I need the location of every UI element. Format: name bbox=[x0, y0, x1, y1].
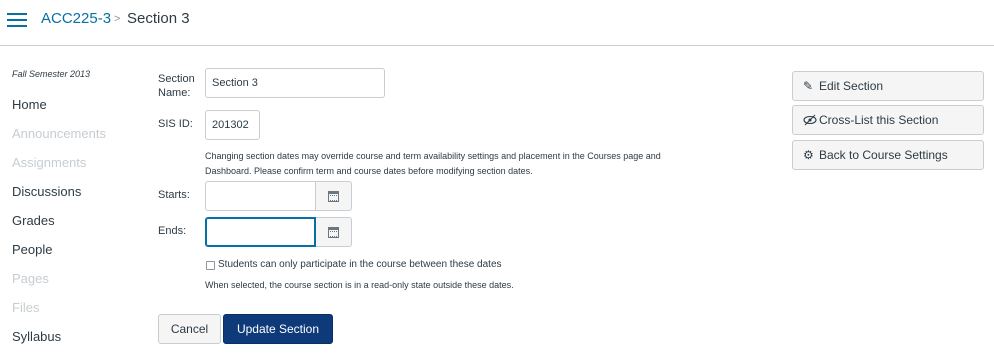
breadcrumb-course-link[interactable]: ACC225-3 bbox=[41, 10, 111, 27]
pencil-icon: ✎ bbox=[803, 79, 814, 93]
nav-item-files: Files bbox=[12, 300, 40, 315]
breadcrumb-current: Section 3 bbox=[127, 10, 190, 27]
starts-date-picker-button[interactable] bbox=[316, 181, 352, 211]
starts-date-input[interactable] bbox=[205, 181, 316, 211]
calendar-icon bbox=[328, 227, 339, 238]
dates-warning-note: Changing section dates may override cour… bbox=[205, 151, 661, 176]
edit-section-button[interactable]: ✎ Edit Section bbox=[792, 71, 984, 101]
section-name-input[interactable] bbox=[205, 68, 385, 98]
ends-date-picker-button[interactable] bbox=[316, 217, 352, 247]
starts-label: Starts: bbox=[158, 189, 190, 201]
nav-item-discussions[interactable]: Discussions bbox=[12, 184, 106, 213]
nav-item-pages: Pages bbox=[12, 271, 49, 286]
term-label: Fall Semester 2013 bbox=[12, 69, 91, 79]
nav-item-announcements: Announcements bbox=[12, 126, 106, 141]
update-section-button[interactable]: Update Section bbox=[223, 314, 333, 344]
breadcrumb-separator: > bbox=[114, 13, 121, 25]
cross-list-section-button[interactable]: Cross-List this Section bbox=[792, 105, 984, 135]
restrict-dates-note: When selected, the course section is in … bbox=[205, 280, 514, 290]
restrict-dates-label[interactable]: Students can only participate in the cou… bbox=[218, 259, 502, 270]
nav-item-syllabus[interactable]: Syllabus bbox=[12, 329, 106, 358]
course-nav: Home Announcements Assignments Discussio… bbox=[12, 97, 106, 358]
sis-id-input[interactable] bbox=[205, 110, 260, 140]
ends-label: Ends: bbox=[158, 225, 187, 237]
gear-icon: ⚙ bbox=[803, 148, 814, 162]
page-header: ACC225-3 > Section 3 bbox=[0, 0, 994, 46]
nav-item-grades[interactable]: Grades bbox=[12, 213, 106, 242]
nav-item-assignments: Assignments bbox=[12, 155, 87, 170]
eye-slash-icon bbox=[803, 113, 817, 127]
restrict-dates-checkbox[interactable] bbox=[206, 261, 215, 270]
back-to-course-settings-button[interactable]: ⚙ Back to Course Settings bbox=[792, 140, 984, 170]
calendar-icon bbox=[328, 191, 339, 202]
cancel-button[interactable]: Cancel bbox=[158, 314, 221, 344]
hamburger-menu-icon[interactable] bbox=[7, 12, 27, 28]
ends-date-input[interactable] bbox=[205, 217, 316, 247]
nav-item-home[interactable]: Home bbox=[12, 97, 106, 126]
section-name-label: Section Name: bbox=[158, 73, 195, 99]
sis-id-label: SIS ID: bbox=[158, 118, 193, 130]
nav-item-people[interactable]: People bbox=[12, 242, 106, 271]
